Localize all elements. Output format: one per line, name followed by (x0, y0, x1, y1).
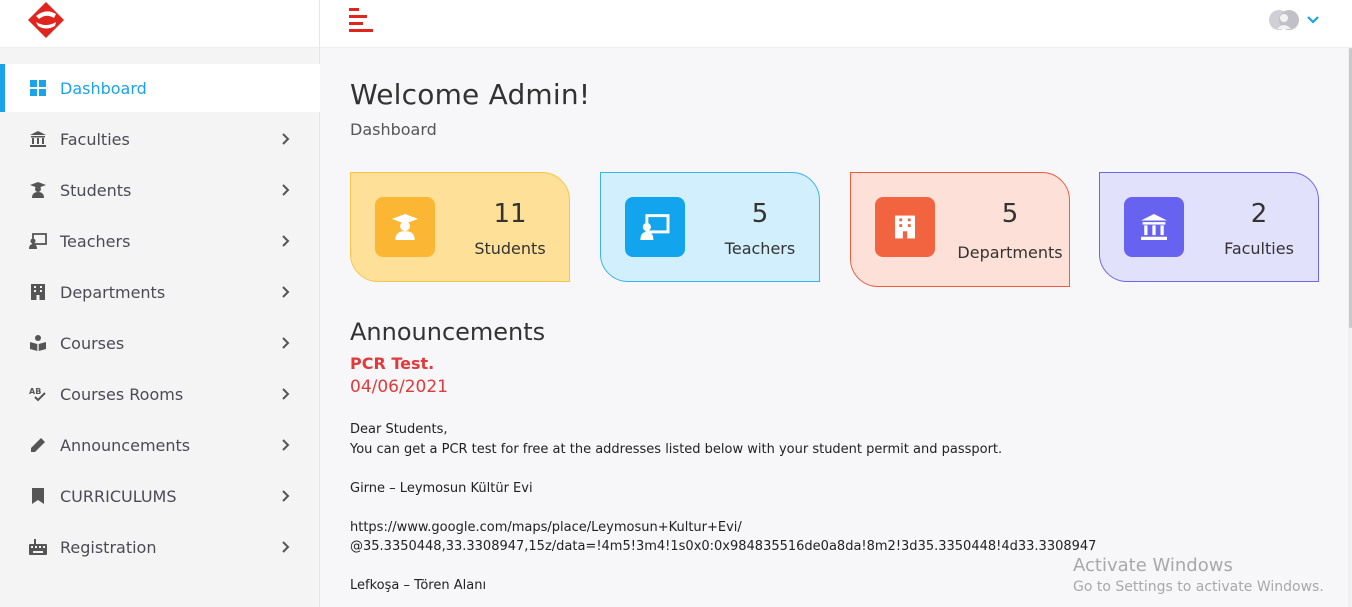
graduate-icon (29, 181, 47, 199)
building-icon (875, 197, 935, 257)
top-bar (320, 0, 1352, 48)
brand-logo-icon[interactable] (26, 0, 66, 40)
watermark-subtitle: Go to Settings to activate Windows. (1073, 579, 1324, 595)
sidebar-item-courses[interactable]: Courses (0, 319, 320, 367)
bookmark-icon (29, 487, 47, 505)
announcement-date: 04/06/2021 (350, 377, 448, 397)
chevron-right-icon (282, 388, 290, 400)
chevron-right-icon (282, 439, 290, 451)
chevron-down-icon (1307, 16, 1319, 24)
sidebar-item-label: Courses Rooms (60, 384, 184, 404)
departments-card[interactable]: 5 Departments (850, 172, 1070, 287)
sidebar-item-label: CURRICULUMS (60, 486, 177, 506)
faculties-card[interactable]: 2 Faculties (1099, 172, 1319, 282)
sidebar-item-label: Faculties (60, 129, 130, 149)
sidebar-item-faculties[interactable]: Faculties (0, 115, 320, 163)
sidebar-item-label: Courses (60, 333, 125, 353)
pencil-icon (29, 436, 47, 454)
sidebar-item-courses-rooms[interactable]: AB Courses Rooms (0, 370, 320, 418)
sidebar-item-label: Dashboard (60, 78, 147, 98)
chevron-right-icon (282, 337, 290, 349)
chevron-right-icon (282, 541, 290, 553)
departments-count: 5 (1001, 199, 1019, 229)
user-menu[interactable] (1268, 8, 1328, 32)
main-content: Welcome Admin! Dashboard 11 Students 5 T… (320, 48, 1348, 607)
teachers-card[interactable]: 5 Teachers (600, 172, 820, 282)
departments-label: Departments (957, 243, 1063, 262)
sidebar-item-label: Teachers (60, 231, 131, 251)
announcements-heading: Announcements (350, 318, 546, 346)
sidebar-item-label: Departments (60, 282, 166, 302)
sidebar-item-teachers[interactable]: Teachers (0, 217, 320, 265)
teachers-label: Teachers (724, 239, 796, 258)
sidebar-item-curriculums[interactable]: CURRICULUMS (0, 472, 320, 520)
spellcheck-icon: AB (29, 385, 47, 403)
faculties-count: 2 (1250, 199, 1268, 229)
sidebar-item-departments[interactable]: Departments (0, 268, 320, 316)
students-card[interactable]: 11 Students (350, 172, 570, 282)
teachers-count: 5 (751, 199, 769, 229)
announcement-body: Dear Students, You can get a PCR test fo… (350, 422, 1097, 593)
chevron-right-icon (282, 184, 290, 196)
watermark-title: Activate Windows (1073, 555, 1233, 576)
svg-text:AB: AB (29, 387, 41, 396)
page-title: Welcome Admin! (350, 78, 591, 111)
graduate-icon (375, 197, 435, 257)
teacher-icon (29, 232, 47, 250)
university-icon (29, 130, 47, 148)
sidebar-item-label: Registration (60, 537, 157, 557)
students-label: Students (474, 239, 546, 258)
students-count: 11 (493, 199, 527, 229)
chevron-right-icon (282, 235, 290, 247)
faculties-label: Faculties (1224, 239, 1294, 258)
grid-icon (29, 79, 47, 97)
sidebar-item-registration[interactable]: Registration (0, 523, 320, 571)
sidebar-item-label: Students (60, 180, 132, 200)
sidebar-nav: Dashboard Faculties Students Teachers De… (0, 64, 320, 574)
university-icon (1124, 197, 1184, 257)
sidebar-item-dashboard[interactable]: Dashboard (0, 64, 320, 112)
announcement-title[interactable]: PCR Test. (350, 354, 434, 373)
book-reader-icon (29, 334, 47, 352)
breadcrumb: Dashboard (350, 120, 437, 139)
activate-windows-watermark: Activate Windows Go to Settings to activ… (1073, 555, 1324, 595)
menu-toggle-icon[interactable] (349, 8, 375, 32)
sidebar-item-label: Announcements (60, 435, 191, 455)
sidebar-item-announcements[interactable]: Announcements (0, 421, 320, 469)
teacher-icon (625, 197, 685, 257)
building-icon (29, 283, 47, 301)
chevron-right-icon (282, 286, 290, 298)
sidebar: Dashboard Faculties Students Teachers De… (0, 0, 320, 607)
logo-area (0, 0, 319, 48)
chevron-right-icon (282, 490, 290, 502)
avatar-icon (1269, 10, 1299, 30)
sidebar-item-students[interactable]: Students (0, 166, 320, 214)
keyboard-icon (29, 538, 47, 556)
chevron-right-icon (282, 133, 290, 145)
